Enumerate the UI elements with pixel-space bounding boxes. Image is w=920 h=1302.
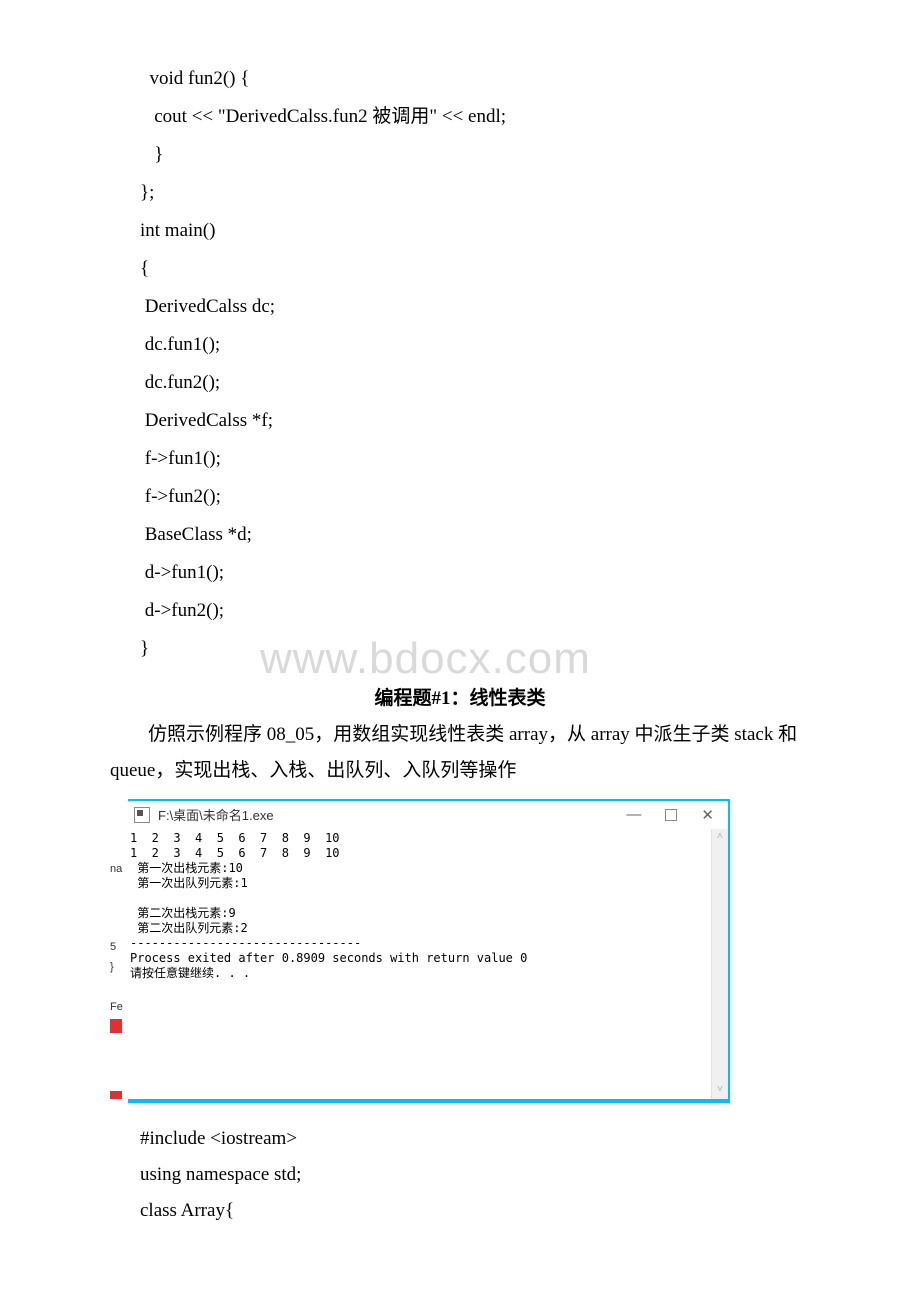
code-line: dc.fun1(); <box>140 326 810 364</box>
code-line: dc.fun2(); <box>140 364 810 402</box>
code-line: } <box>140 136 810 174</box>
maximize-button[interactable] <box>665 809 677 821</box>
code-line: #include <iostream> <box>140 1121 810 1157</box>
code-line: d->fun1(); <box>140 554 810 592</box>
code-line: BaseClass *d; <box>140 516 810 554</box>
console-window: na 5 } Fe F:\桌面\未命名1.exe — ✕ 1 2 3 4 5 6… <box>128 799 730 1103</box>
code-line: d->fun2(); <box>140 592 810 630</box>
code-line: class Array{ <box>140 1193 810 1229</box>
code-line: void fun2() { <box>140 60 810 98</box>
description-line-1: 仿照示例程序 08_05，用数组实现线性表类 array，从 array 中派生… <box>110 720 810 750</box>
section-heading: 编程题#1：线性表类 <box>110 683 810 710</box>
code-block-bottom: #include <iostream> using namespace std;… <box>140 1121 810 1229</box>
code-line: int main() <box>140 212 810 250</box>
side-crop-labels: na 5 } Fe <box>110 801 128 1099</box>
app-icon <box>134 807 150 823</box>
code-line: DerivedCalss *f; <box>140 402 810 440</box>
minimize-button[interactable]: — <box>626 806 641 823</box>
console-title: F:\桌面\未命名1.exe <box>158 805 626 824</box>
description-line-2: queue，实现出栈、入栈、出队列、入队列等操作 <box>110 756 810 786</box>
code-line: f->fun2(); <box>140 478 810 516</box>
code-line: } <box>140 630 810 668</box>
console-titlebar: F:\桌面\未命名1.exe — ✕ <box>128 801 728 829</box>
console-body: 1 2 3 4 5 6 7 8 9 10 1 2 3 4 5 6 7 8 9 1… <box>128 829 728 1099</box>
code-line: cout << "DerivedCalss.fun2 被调用" << endl; <box>140 98 810 136</box>
side-red-marker <box>110 1091 122 1099</box>
console-scrollbar[interactable]: ˄ ˅ <box>711 829 728 1099</box>
side-label: } <box>110 961 114 973</box>
scroll-up-icon[interactable]: ˄ <box>712 829 728 846</box>
side-label: Fe <box>110 1001 123 1013</box>
code-line: using namespace std; <box>140 1157 810 1193</box>
window-controls: — ✕ <box>626 806 722 824</box>
side-label: 5 <box>110 941 116 953</box>
scroll-down-icon[interactable]: ˅ <box>712 1082 728 1099</box>
side-red-marker <box>110 1019 122 1033</box>
side-label: na <box>110 863 122 875</box>
code-block-top: void fun2() { cout << "DerivedCalss.fun2… <box>140 60 810 668</box>
code-line: DerivedCalss dc; <box>140 288 810 326</box>
close-button[interactable]: ✕ <box>701 806 714 824</box>
code-line: }; <box>140 174 810 212</box>
code-line: { <box>140 250 810 288</box>
code-line: f->fun1(); <box>140 440 810 478</box>
console-output: 1 2 3 4 5 6 7 8 9 10 1 2 3 4 5 6 7 8 9 1… <box>128 829 711 1099</box>
